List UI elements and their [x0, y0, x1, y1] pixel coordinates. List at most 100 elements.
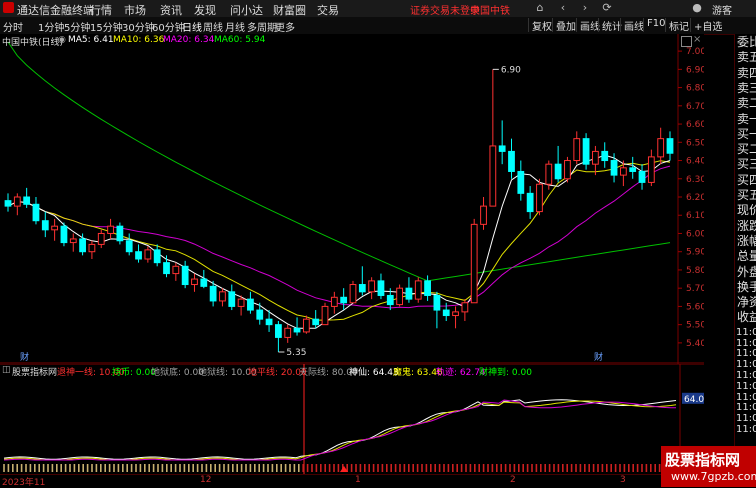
toolbar-add-favorite[interactable]: +自选	[690, 18, 725, 33]
current-value-text: 64.05	[684, 395, 704, 405]
candle	[4, 200, 12, 207]
candle	[368, 280, 376, 293]
maximize-icon[interactable]	[681, 36, 692, 47]
guest-label[interactable]: 游客	[712, 2, 732, 17]
menu-hangqing[interactable]: 行情	[90, 2, 112, 18]
period-1min[interactable]: 1分钟	[38, 19, 64, 34]
indicator-diyudi: 地狱底: 0.00	[151, 368, 204, 378]
indicator-settings-icon[interactable]: ◫	[2, 365, 11, 375]
candle	[209, 285, 217, 302]
quote-panel-item: 买五	[737, 188, 756, 202]
candle	[144, 249, 152, 260]
menu-zixun[interactable]: 资讯	[160, 2, 182, 18]
candle	[414, 280, 422, 300]
menu-jiaoyi[interactable]: 交易	[317, 2, 339, 18]
quote-panel-item: 买二	[737, 142, 756, 157]
period-30min[interactable]: 30分钟	[122, 19, 155, 34]
date-label: 1	[355, 475, 361, 485]
period-15min[interactable]: 15分钟	[90, 19, 123, 34]
candle	[554, 163, 562, 180]
price-tick-label: 6.60	[686, 120, 704, 130]
candle	[517, 170, 525, 194]
candle	[442, 309, 450, 317]
candle	[116, 225, 124, 242]
quote-panel-item: 11:02	[736, 402, 756, 414]
indicator-caishendao: 财神到: 0.00	[479, 368, 532, 378]
candle	[79, 238, 86, 253]
watermark-url: www.7gpzb.com	[671, 470, 756, 483]
price-tick-label: 6.70	[686, 102, 704, 112]
candle	[592, 150, 599, 165]
candle	[41, 220, 49, 231]
candle	[163, 262, 170, 275]
candle	[349, 284, 357, 304]
candle	[647, 156, 655, 183]
candle	[358, 284, 366, 293]
menu-shichang[interactable]: 市场	[124, 2, 146, 18]
price-tick-label: 5.80	[686, 266, 704, 276]
quote-panel-item: 卖三	[737, 80, 756, 95]
indicator-background	[0, 364, 704, 474]
forward-icon[interactable]: ›	[578, 1, 592, 15]
cai-marker: 财	[594, 351, 603, 363]
chart-close-icon[interactable]: ×	[693, 34, 701, 45]
quote-panel-item: 卖五	[737, 50, 756, 65]
title-bar: 通达信金融终端 行情 市场 资讯 发现 问小达 财富圈 交易 证券交易未登录 中…	[0, 0, 756, 18]
home-icon[interactable]: ⌂	[533, 1, 547, 15]
toolbar-diejia[interactable]: 叠加	[552, 18, 579, 33]
quote-panel-item: 买三	[737, 157, 756, 172]
period-monthly[interactable]: 月线	[225, 19, 245, 34]
period-more[interactable]: 更多	[275, 19, 295, 34]
menu-faxian[interactable]: 发现	[194, 2, 216, 18]
indicator-chibi: 持币: 0.00	[112, 368, 156, 378]
app-title: 通达信金融终端	[17, 4, 94, 17]
candle	[508, 150, 515, 172]
period-toolbar: 分时 1分钟 5分钟 15分钟 30分钟 60分钟 日线 周线 月线 多周期 更…	[0, 17, 756, 35]
quote-panel-item: 11:02	[736, 326, 756, 338]
candle	[60, 225, 68, 244]
menu-wenxiaoda[interactable]: 问小达	[230, 2, 263, 18]
quote-panel-item: 委比	[737, 35, 756, 49]
refresh-icon[interactable]: ⟳	[600, 1, 614, 15]
price-tick-label: 6.00	[686, 229, 704, 239]
candle	[97, 232, 105, 245]
ma-settings-icon[interactable]: ◉	[58, 35, 66, 45]
indicator-panel[interactable]: 80.0064.0560.0040.0020.0064.05 ◫ 股票指标网 退…	[0, 364, 704, 474]
quote-panel-item: 买一	[737, 126, 756, 141]
candle	[377, 280, 385, 296]
date-label: 12	[200, 475, 212, 485]
candle	[601, 150, 609, 162]
price-tick-label: 6.20	[686, 193, 704, 203]
toolbar-fuquan[interactable]: 复权	[528, 18, 555, 33]
candle	[452, 311, 459, 317]
candle	[302, 318, 310, 333]
candle	[275, 324, 282, 338]
period-multi[interactable]: 多周期	[247, 19, 277, 34]
price-tick-label: 5.40	[686, 339, 704, 349]
candle	[386, 294, 394, 306]
kline-chart[interactable]: 7.00 6.90 6.80 6.70 6.60 6.50 6.40 6.30 6.20 6.10…	[0, 34, 704, 364]
candle	[153, 249, 161, 264]
candle	[228, 291, 236, 307]
quote-panel[interactable]: 委比 卖五 卖四 卖三 卖二 卖一 买一 买二 买三 买四 买五 现价 涨跌 涨幅 总量 外盘 换手 净资 收益 11…	[734, 34, 756, 474]
toolbar-biaoji[interactable]: 标记	[665, 18, 692, 33]
quote-panel-item: 净资	[737, 295, 756, 310]
period-fenshi[interactable]: 分时	[3, 19, 23, 34]
ma60-label: MA60: 5.94	[214, 35, 266, 45]
candle	[461, 302, 469, 313]
user-icon[interactable]: ●	[690, 1, 704, 15]
quote-panel-item: 11:02	[736, 369, 756, 381]
period-weekly[interactable]: 周线	[203, 19, 223, 34]
back-icon[interactable]: ‹	[556, 1, 570, 15]
period-5min[interactable]: 5分钟	[64, 19, 90, 34]
period-60min[interactable]: 60分钟	[152, 19, 185, 34]
candle	[433, 294, 441, 311]
price-tick-label: 5.90	[686, 248, 704, 258]
quote-panel-item: 卖四	[737, 65, 756, 80]
period-daily[interactable]: 日线	[182, 19, 202, 34]
quote-panel-item: 11:02	[736, 391, 756, 403]
candle	[219, 291, 226, 302]
candle	[284, 327, 292, 338]
menu-caifuquan[interactable]: 财富圈	[273, 2, 306, 18]
candle	[13, 196, 21, 207]
